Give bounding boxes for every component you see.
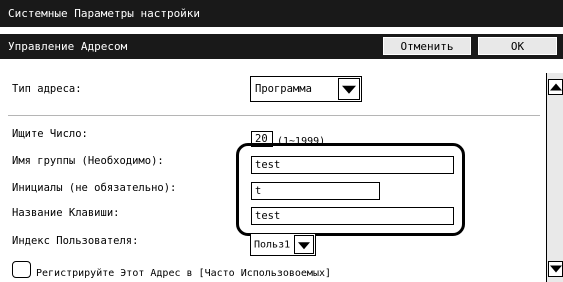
- scroll-up-button[interactable]: [548, 79, 563, 95]
- address-type-dropdown-button[interactable]: [338, 78, 360, 100]
- user-index-value: Польз1: [254, 239, 291, 250]
- initials-field[interactable]: t: [251, 182, 380, 200]
- key-name-label: Название Клавиши:: [12, 207, 120, 219]
- section-divider: [8, 115, 540, 116]
- triangle-down-icon: [298, 241, 310, 249]
- vertical-scrollbar[interactable]: [546, 73, 563, 282]
- address-type-select[interactable]: Программа: [250, 76, 362, 102]
- register-frequent-checkbox[interactable]: [12, 261, 31, 278]
- search-number-range-hint: (1~1999): [277, 136, 326, 147]
- page-title: Управление Адресом: [8, 40, 128, 53]
- search-number-label: Ищите Число:: [12, 128, 88, 140]
- triangle-down-icon: [549, 265, 562, 273]
- user-index-label: Индекс Пользователя:: [12, 235, 139, 247]
- key-name-field[interactable]: test: [251, 207, 454, 225]
- user-index-dropdown-button[interactable]: [294, 235, 314, 254]
- cancel-button[interactable]: Отменить: [383, 37, 471, 55]
- scroll-down-button[interactable]: [548, 261, 563, 277]
- register-frequent-label: Регистрируйте Этот Адрес в [Часто Исполь…: [36, 268, 332, 279]
- address-type-label: Тип адреса:: [12, 83, 82, 95]
- search-number-field[interactable]: 20: [251, 131, 273, 147]
- user-index-select[interactable]: Польз1: [250, 233, 316, 256]
- address-type-value: Программа: [255, 83, 312, 95]
- initials-label: Инициалы (не обязательно):: [12, 182, 177, 194]
- window-title: Системные Параметры настройки: [8, 7, 201, 20]
- scrollbar-track[interactable]: [549, 103, 561, 253]
- group-name-label: Имя группы (Необходимо):: [12, 155, 164, 167]
- screen: Системные Параметры настройки Управление…: [0, 0, 563, 282]
- group-name-field[interactable]: test: [251, 156, 454, 174]
- triangle-down-icon: [342, 85, 356, 94]
- triangle-up-icon: [549, 83, 562, 91]
- window-title-bar: Системные Параметры настройки: [0, 0, 563, 27]
- ok-button[interactable]: OK: [478, 37, 557, 55]
